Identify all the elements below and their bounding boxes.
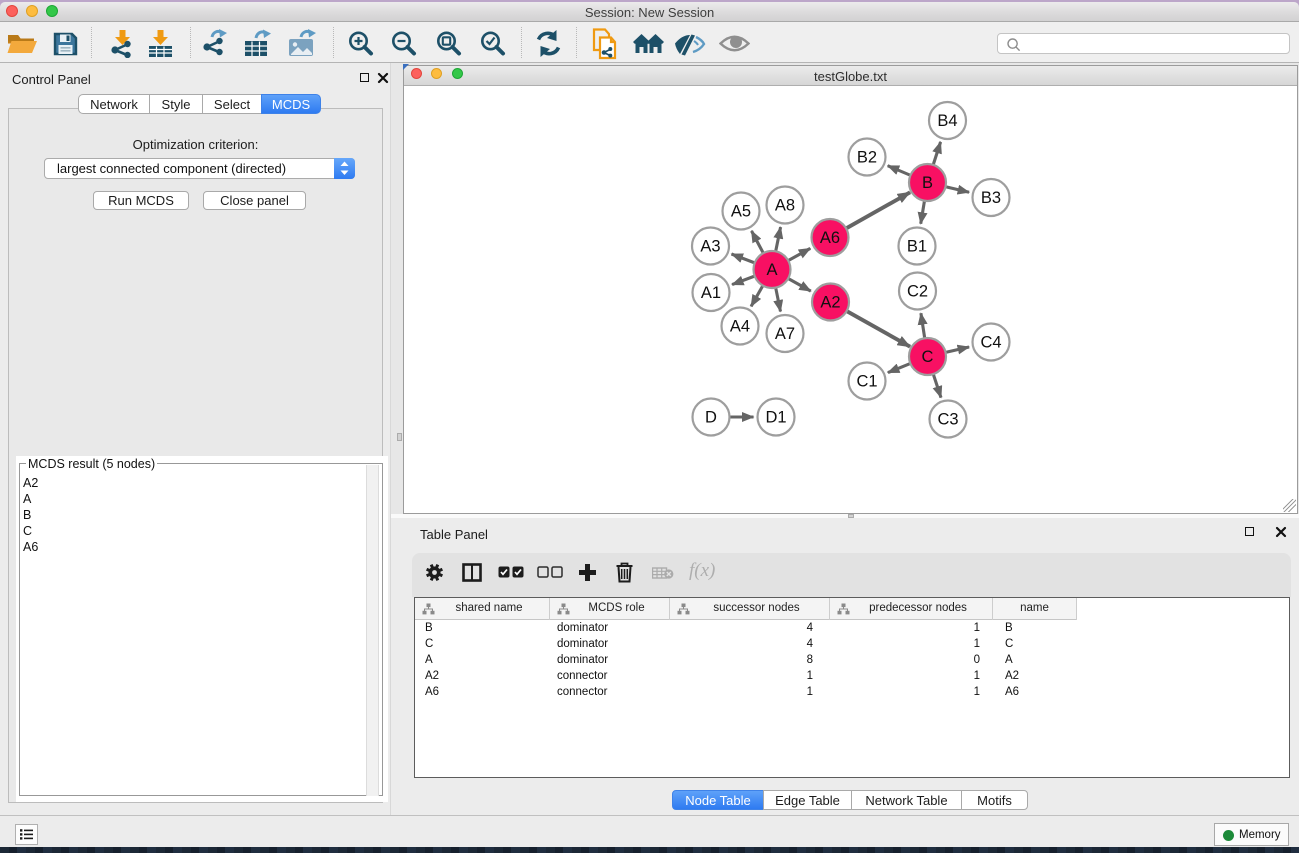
svg-text:A1: A1 [701,284,721,302]
svg-text:B3: B3 [981,189,1001,207]
svg-text:A4: A4 [730,318,750,336]
svg-text:C2: C2 [907,283,928,301]
svg-text:C1: C1 [856,373,877,391]
svg-text:A6: A6 [820,229,840,247]
svg-text:C3: C3 [937,411,958,429]
svg-text:A2: A2 [820,294,840,312]
svg-text:A: A [766,261,777,279]
svg-text:B2: B2 [857,149,877,167]
svg-text:A8: A8 [775,197,795,215]
svg-text:D: D [705,409,717,427]
svg-text:B4: B4 [937,112,957,130]
svg-text:C: C [922,348,934,366]
svg-text:B: B [922,174,933,192]
svg-text:A5: A5 [731,203,751,221]
svg-text:C4: C4 [980,334,1001,352]
svg-text:A7: A7 [775,325,795,343]
svg-text:D1: D1 [765,409,786,427]
svg-text:B1: B1 [907,238,927,256]
svg-text:A3: A3 [700,238,720,256]
